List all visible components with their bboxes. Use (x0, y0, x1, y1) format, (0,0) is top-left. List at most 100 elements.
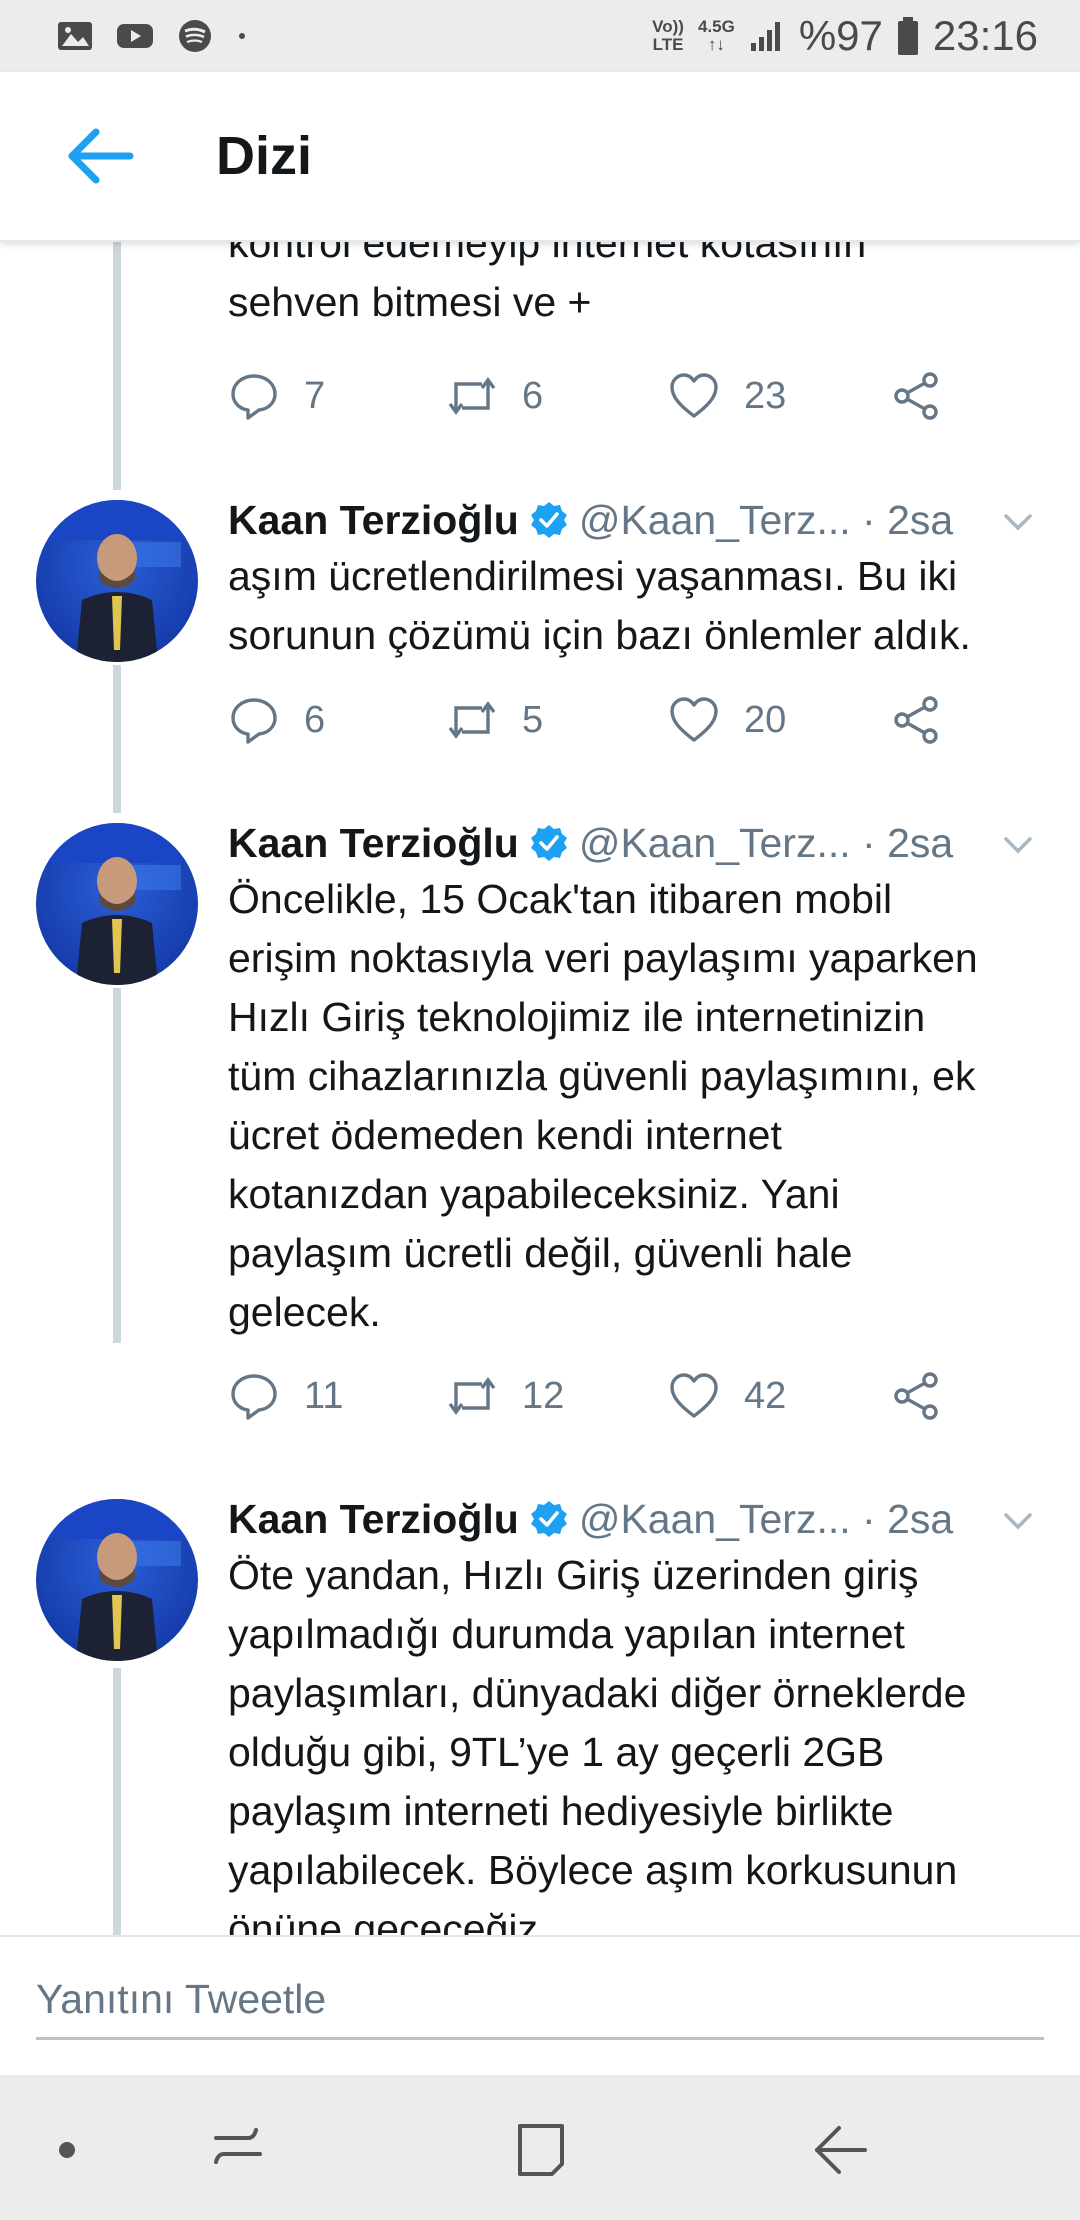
tweet-text-line: paylaşım interneti hediyesiyle birlikte (228, 1788, 894, 1834)
signal-icon (750, 22, 780, 51)
heart-icon (670, 1373, 718, 1418)
tweet-header: Kaan Terzioğlu @Kaan_Terz... · 2sa (228, 1489, 1048, 1549)
retweet-button[interactable]: 5 (446, 694, 543, 746)
tweet-text-line: yapılabilecek. Böylece aşım korkusunun (228, 1847, 958, 1893)
network-type-indicator: 4.5G ↑↓ (698, 18, 735, 54)
retweet-count: 12 (522, 1374, 565, 1417)
author-name[interactable]: Kaan Terzioğlu (228, 497, 519, 544)
tweet-text-line: Hızlı Giriş teknolojimiz ile internetini… (228, 994, 926, 1040)
nav-dot-button[interactable] (32, 2115, 102, 2185)
thread-connector-line (113, 240, 121, 490)
heart-icon (670, 373, 718, 418)
thread-connector-line (113, 665, 121, 813)
thread-timeline[interactable]: kontrol edemeyip internet kotasının sehv… (0, 240, 1080, 1935)
share-button[interactable] (890, 1370, 942, 1422)
reply-icon (231, 374, 277, 420)
author-name[interactable]: Kaan Terzioğlu (228, 820, 519, 867)
youtube-icon (117, 24, 153, 48)
tweet-text-line: ücret ödemeden kendi internet (228, 1112, 782, 1158)
profile-photo (36, 500, 198, 662)
tweet-text-line: yapılmadığı durumda yapılan internet (228, 1611, 905, 1657)
back-button[interactable] (50, 106, 150, 206)
profile-photo (36, 823, 198, 985)
back-nav-icon (815, 2126, 867, 2174)
app-bar: Dizi (0, 72, 1080, 242)
reply-button[interactable]: 11 (228, 1370, 343, 1422)
chevron-down-icon[interactable] (998, 502, 1038, 542)
notification-icons (56, 19, 248, 53)
tweet-text-line: önüne geçeceğiz. (228, 1906, 550, 1935)
reply-input[interactable]: Yanıtını Tweetle (36, 1967, 1044, 2040)
verified-badge-icon (530, 1501, 567, 1537)
volte-indicator: Vo)) LTE (652, 18, 684, 54)
share-button[interactable] (890, 370, 942, 422)
heart-icon (670, 697, 718, 742)
tweet-actions: 11 12 42 (228, 1370, 948, 1430)
handle-and-time: @Kaan_Terz... · 2sa (578, 1495, 954, 1542)
tweet-text-line: sehven bitmesi ve + (228, 279, 592, 325)
like-count: 20 (744, 698, 787, 741)
dot-icon (59, 2142, 75, 2158)
verified-badge-icon (530, 825, 567, 861)
tweet-text-line: sorunun çözümü için bazı önlemler aldık. (228, 612, 971, 658)
tweet-header: Kaan Terzioğlu @Kaan_Terz... · 2sa (228, 813, 1048, 873)
tweet-text-line: Öte yandan, Hızlı Giriş üzerinden giriş (228, 1552, 919, 1598)
home-button[interactable] (505, 2115, 575, 2185)
reply-count: 11 (304, 1374, 344, 1417)
system-navigation-bar (0, 2075, 1080, 2220)
tweet-text-line: erişim noktasıyla veri paylaşımı yaparke… (228, 935, 978, 981)
back-nav-button[interactable] (806, 2115, 876, 2185)
reply-count: 7 (304, 374, 326, 417)
share-icon (894, 1372, 938, 1420)
tweet-text-line: olduğu gibi, 9TL’ye 1 ay geçerli 2GB (228, 1729, 885, 1775)
retweet-icon (448, 701, 496, 739)
like-count: 23 (744, 374, 787, 417)
reply-icon (231, 1374, 277, 1420)
retweet-button[interactable]: 12 (446, 1370, 564, 1422)
tweet-text-line: kotanızdan yapabileceksiniz. Yani (228, 1171, 840, 1217)
page-title: Dizi (216, 126, 313, 186)
tweet-text-line: paylaşımları, dünyadaki diğer örneklerde (228, 1670, 967, 1716)
like-button[interactable]: 20 (668, 694, 786, 746)
like-count: 42 (744, 1374, 787, 1417)
share-button[interactable] (890, 694, 942, 746)
reply-button[interactable]: 6 (228, 694, 325, 746)
author-name[interactable]: Kaan Terzioğlu (228, 1496, 519, 1543)
retweet-button[interactable]: 6 (446, 370, 543, 422)
share-icon (894, 372, 938, 420)
recent-apps-icon (214, 2128, 262, 2164)
avatar[interactable] (36, 1499, 198, 1661)
avatar[interactable] (36, 500, 198, 662)
chevron-down-icon[interactable] (998, 1501, 1038, 1541)
retweet-count: 5 (522, 698, 544, 741)
retweet-count: 6 (522, 374, 544, 417)
status-indicators: Vo)) LTE 4.5G ↑↓ %97 23:16 (652, 12, 1038, 60)
thread-connector-line (113, 988, 121, 1343)
avatar[interactable] (36, 823, 198, 985)
battery-percent: %97 (798, 12, 883, 59)
home-square-icon (518, 2124, 564, 2176)
like-button[interactable]: 23 (668, 370, 786, 422)
back-arrow-icon (68, 128, 134, 184)
reply-button[interactable]: 7 (228, 370, 325, 422)
like-button[interactable]: 42 (668, 1370, 786, 1422)
tweet-text-line: Öncelikle, 15 Ocak'tan itibaren mobil (228, 876, 893, 922)
tweet-actions: 6 5 20 (228, 694, 948, 754)
tweet-actions: 7 6 23 (228, 370, 948, 430)
clock: 23:16 (932, 12, 1038, 59)
spotify-icon (179, 20, 211, 52)
handle-and-time: @Kaan_Terz... · 2sa (578, 496, 954, 543)
data-activity-arrows: ↑↓ (707, 35, 725, 54)
tweet-text-line: kontrol edemeyip internet kotasının (228, 240, 867, 266)
thread-connector-line (113, 1668, 121, 1935)
profile-photo (36, 1499, 198, 1661)
status-bar: Vo)) LTE 4.5G ↑↓ %97 23:16 (0, 0, 1080, 72)
reply-count: 6 (304, 698, 326, 741)
gallery-icon (58, 22, 92, 50)
tweet-text-line: aşım ücretlendirilmesi yaşanması. Bu iki (228, 553, 958, 599)
battery-icon (897, 17, 918, 55)
chevron-down-icon[interactable] (998, 825, 1038, 865)
handle-and-time: @Kaan_Terz... · 2sa (578, 819, 954, 866)
recent-apps-button[interactable] (203, 2115, 273, 2185)
verified-badge-icon (530, 502, 567, 538)
